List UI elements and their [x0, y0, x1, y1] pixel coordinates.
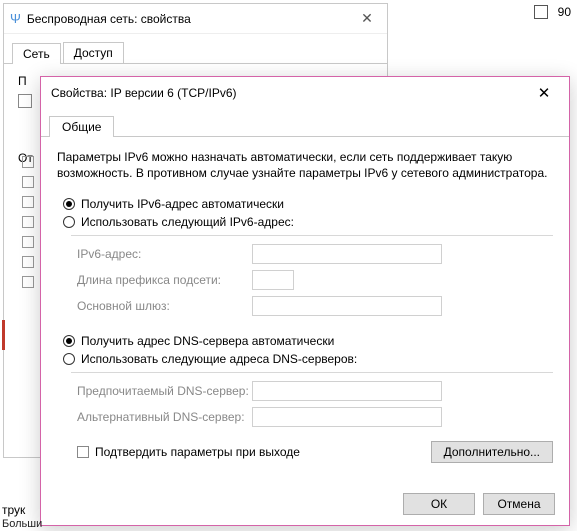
close-icon[interactable]: ✕ [529, 81, 559, 105]
radio-ipv6-manual-label: Использовать следующий IPv6-адрес: [81, 215, 294, 229]
book-icon [534, 5, 548, 19]
intro-text: Параметры IPv6 можно назначать автоматич… [57, 149, 553, 181]
adapter-icon: Ψ [10, 11, 21, 26]
dns-alt-label: Альтернативный DNS-сервер: [77, 410, 252, 424]
radio-ipv6-auto-label: Получить IPv6-адрес автоматически [81, 197, 284, 211]
ipv6-addr-label: IPv6-адрес: [77, 247, 252, 261]
validate-checkbox[interactable] [77, 446, 89, 458]
radio-dns-auto-label: Получить адрес DNS-сервера автоматически [81, 334, 334, 348]
gateway-input [252, 296, 442, 316]
radio-dns-manual-label: Использовать следующие адреса DNS-сервер… [81, 352, 357, 366]
tab-network[interactable]: Сеть [12, 43, 61, 64]
cancel-button[interactable]: Отмена [483, 493, 555, 515]
radio-ipv6-manual[interactable] [63, 216, 75, 228]
outer-titlebar: Ψ Беспроводная сеть: свойства ✕ [4, 4, 387, 34]
outer-title: Беспроводная сеть: свойства [27, 12, 353, 26]
background-text: трук Больши [2, 503, 42, 531]
radio-ipv6-auto[interactable] [63, 198, 75, 210]
adapter-square-icon [18, 94, 32, 108]
tab-general[interactable]: Общие [49, 116, 114, 137]
prefix-length-input [252, 270, 294, 290]
ipv6-address-input [252, 244, 442, 264]
red-accent [2, 320, 5, 350]
validate-label: Подтвердить параметры при выходе [95, 445, 300, 459]
prefix-label: Длина префикса подсети: [77, 273, 252, 287]
dns-alternate-input [252, 407, 442, 427]
checkbox-column [22, 156, 34, 288]
close-icon[interactable]: ✕ [353, 8, 381, 30]
ok-button[interactable]: ОК [403, 493, 475, 515]
inner-title: Свойства: IP версии 6 (TCP/IPv6) [51, 86, 529, 100]
gateway-label: Основной шлюз: [77, 299, 252, 313]
inner-titlebar: Свойства: IP версии 6 (TCP/IPv6) ✕ [41, 77, 569, 109]
advanced-button[interactable]: Дополнительно... [431, 441, 553, 463]
ipv6-properties-dialog: Свойства: IP версии 6 (TCP/IPv6) ✕ Общие… [40, 76, 570, 526]
dns-pref-label: Предпочитаемый DNS-сервер: [77, 384, 252, 398]
tab-access[interactable]: Доступ [63, 42, 124, 63]
radio-dns-manual[interactable] [63, 353, 75, 365]
radio-dns-auto[interactable] [63, 335, 75, 347]
dns-preferred-input [252, 381, 442, 401]
page-number: 90 [558, 5, 571, 19]
